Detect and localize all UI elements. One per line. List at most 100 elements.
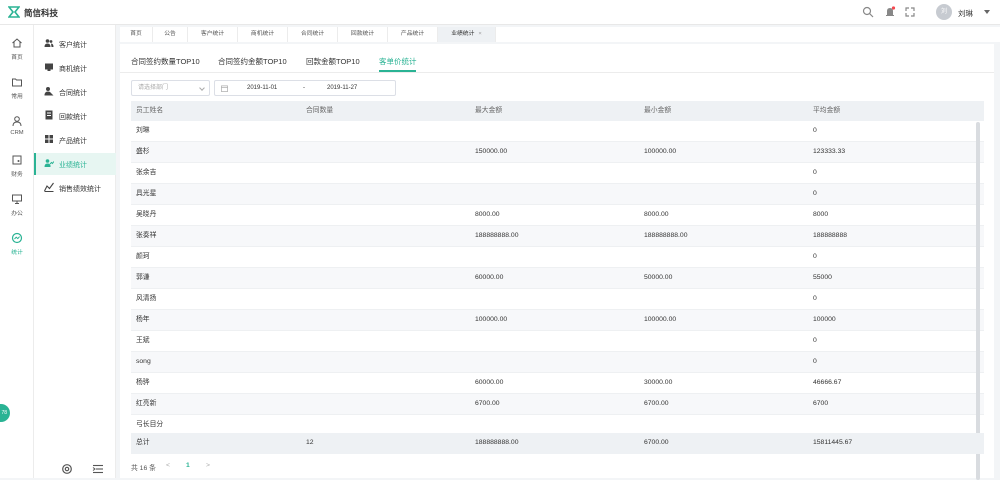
- rail-item-office[interactable]: 办公: [0, 193, 34, 227]
- rail-item-crm[interactable]: CRM: [0, 115, 34, 149]
- tab-product-stats[interactable]: 产品统计: [388, 27, 438, 42]
- sidebar-item-label: 产品统计: [59, 138, 87, 145]
- subtab-customer-unit-price[interactable]: 客单价统计: [379, 56, 417, 67]
- opportunity-icon: [45, 63, 53, 71]
- department-placeholder: 请选择部门: [138, 85, 169, 91]
- sidebar-item-customers[interactable]: 客户统计: [34, 33, 116, 55]
- pagination: 共 16 条 < 1 >: [131, 462, 210, 472]
- table-cell: 60000.00: [475, 274, 504, 281]
- subtab-contract-amount-top10[interactable]: 合同签约金额TOP10: [218, 56, 287, 67]
- table-row[interactable]: 张余吉 0: [131, 163, 984, 184]
- table-cell: 杨骅: [136, 379, 150, 386]
- table-row[interactable]: 杨骅 60000.00 30000.00 46666.67: [131, 373, 984, 394]
- tab-home[interactable]: 首页: [120, 27, 153, 42]
- subtab-payment-amount-top10[interactable]: 回款金额TOP10: [306, 56, 360, 67]
- table-cell: 6700.00: [644, 400, 669, 407]
- table-cell: 盛杉: [136, 148, 150, 155]
- tab-customer-stats[interactable]: 客户统计: [188, 27, 238, 42]
- table-cell: 风清扬: [136, 295, 157, 302]
- prev-page-button[interactable]: <: [166, 462, 170, 469]
- tab-payment-stats[interactable]: 回款统计: [338, 27, 388, 42]
- table-row[interactable]: 张奏祥 188888888.00 188888888.00 188888888: [131, 226, 984, 247]
- date-separator: -: [303, 85, 305, 91]
- table-cell: 6700: [813, 400, 829, 407]
- table-row[interactable]: 郭谦 60000.00 50000.00 55000: [131, 268, 984, 289]
- column-header[interactable]: 平均金额: [813, 101, 840, 121]
- total-cell: 12: [306, 439, 314, 446]
- table-row[interactable]: song 0: [131, 352, 984, 373]
- date-end[interactable]: 2019-11-27: [327, 85, 357, 91]
- total-cell: 6700.00: [644, 439, 669, 446]
- table-total-row: 总计 12 188888888.00 6700.00 15811445.67: [131, 433, 984, 454]
- collapse-menu-icon[interactable]: [92, 463, 104, 475]
- table-row[interactable]: 颜珂 0: [131, 247, 984, 268]
- user-name[interactable]: 刘琳: [958, 8, 973, 19]
- sidebar-item-label: 合同统计: [59, 90, 87, 97]
- table-cell: 红亮新: [136, 400, 157, 407]
- tab-performance-stats[interactable]: 业绩统计 ×: [438, 27, 496, 42]
- avatar[interactable]: 刘: [936, 4, 952, 20]
- sidebar-item-label: 销售绩效统计: [59, 186, 101, 193]
- table-cell: 8000.00: [475, 211, 500, 218]
- column-header[interactable]: 员工姓名: [136, 101, 163, 121]
- tab-label: 客户统计: [200, 31, 225, 37]
- table-cell: song: [136, 358, 151, 365]
- tab-announcement[interactable]: 公告: [153, 27, 188, 42]
- date-start[interactable]: 2019-11-01: [247, 85, 277, 91]
- column-header[interactable]: 最小金额: [644, 101, 671, 121]
- rail-item-home[interactable]: 首页: [0, 37, 34, 71]
- table-row[interactable]: 刘琳 0: [131, 121, 984, 142]
- subtab-contract-count-top10[interactable]: 合同签约数量TOP10: [131, 56, 200, 67]
- table-cell: 100000.00: [644, 316, 677, 323]
- bell-icon[interactable]: [884, 6, 896, 18]
- sidebar-item-contracts[interactable]: 合同统计: [34, 81, 116, 103]
- column-header[interactable]: 最大金额: [475, 101, 502, 121]
- app-logo-icon[interactable]: [8, 6, 20, 18]
- table-cell: 55000: [813, 274, 832, 281]
- table-row[interactable]: 盛杉 150000.00 100000.00 123333.33: [131, 142, 984, 163]
- table-row[interactable]: 红亮新 6700.00 6700.00 6700: [131, 394, 984, 415]
- calendar-icon: [221, 85, 228, 92]
- sidebar-item-products[interactable]: 产品统计: [34, 129, 116, 151]
- app-title: 简信科技: [24, 8, 59, 18]
- customers-icon: [44, 39, 54, 47]
- table-cell: 30000.00: [644, 379, 673, 386]
- tab-label: 回款统计: [350, 31, 375, 37]
- table-cell: 0: [813, 337, 817, 344]
- table-row[interactable]: 具光星 0: [131, 184, 984, 205]
- sidebar-item-sales-performance[interactable]: 销售绩效统计: [34, 177, 116, 199]
- chevron-down-icon[interactable]: [984, 10, 990, 14]
- rail-item-common[interactable]: 常用: [0, 76, 34, 110]
- search-icon[interactable]: [862, 6, 874, 18]
- rail-item-statistics[interactable]: 统计: [0, 232, 34, 266]
- sidebar-item-opportunities[interactable]: 商机统计: [34, 57, 116, 79]
- table-cell: 46666.67: [813, 379, 842, 386]
- close-icon[interactable]: ×: [478, 31, 481, 37]
- table-row[interactable]: 王斌 0: [131, 331, 984, 352]
- table-cell: 6700.00: [475, 400, 500, 407]
- settings-gear-icon[interactable]: [61, 463, 73, 475]
- next-page-button[interactable]: >: [206, 462, 210, 469]
- department-select[interactable]: 请选择部门: [131, 80, 210, 96]
- table-cell: 100000.00: [644, 148, 677, 155]
- sidebar-item-payments[interactable]: 回款统计: [34, 105, 116, 127]
- table-row[interactable]: 吴晓丹 8000.00 8000.00 8000: [131, 205, 984, 226]
- main-panel: 合同签约数量TOP10 合同签约金额TOP10 回款金额TOP10 客单价统计 …: [120, 44, 994, 480]
- expand-icon[interactable]: [904, 6, 916, 18]
- table-scrollbar[interactable]: [976, 122, 980, 480]
- tab-contract-stats[interactable]: 合同统计: [288, 27, 338, 42]
- sidebar-item-performance[interactable]: 业绩统计: [34, 153, 116, 175]
- table-cell: 0: [813, 169, 817, 176]
- rail-item-label: 统计: [11, 250, 23, 256]
- table-row[interactable]: 杨年 100000.00 100000.00 100000: [131, 310, 984, 331]
- page-number-button[interactable]: 1: [186, 462, 190, 469]
- tab-opportunity-stats[interactable]: 商机统计: [238, 27, 288, 42]
- table-cell: 100000: [813, 316, 836, 323]
- rail-item-label: 首页: [11, 55, 23, 61]
- rail-item-finance[interactable]: 财务: [0, 154, 34, 188]
- column-header[interactable]: 合同数量: [306, 101, 333, 121]
- tab-label: 商机统计: [250, 31, 275, 37]
- table-row[interactable]: 风清扬 0: [131, 289, 984, 310]
- table-cell: 123333.33: [813, 148, 846, 155]
- date-range-picker[interactable]: 2019-11-01 - 2019-11-27: [214, 80, 396, 96]
